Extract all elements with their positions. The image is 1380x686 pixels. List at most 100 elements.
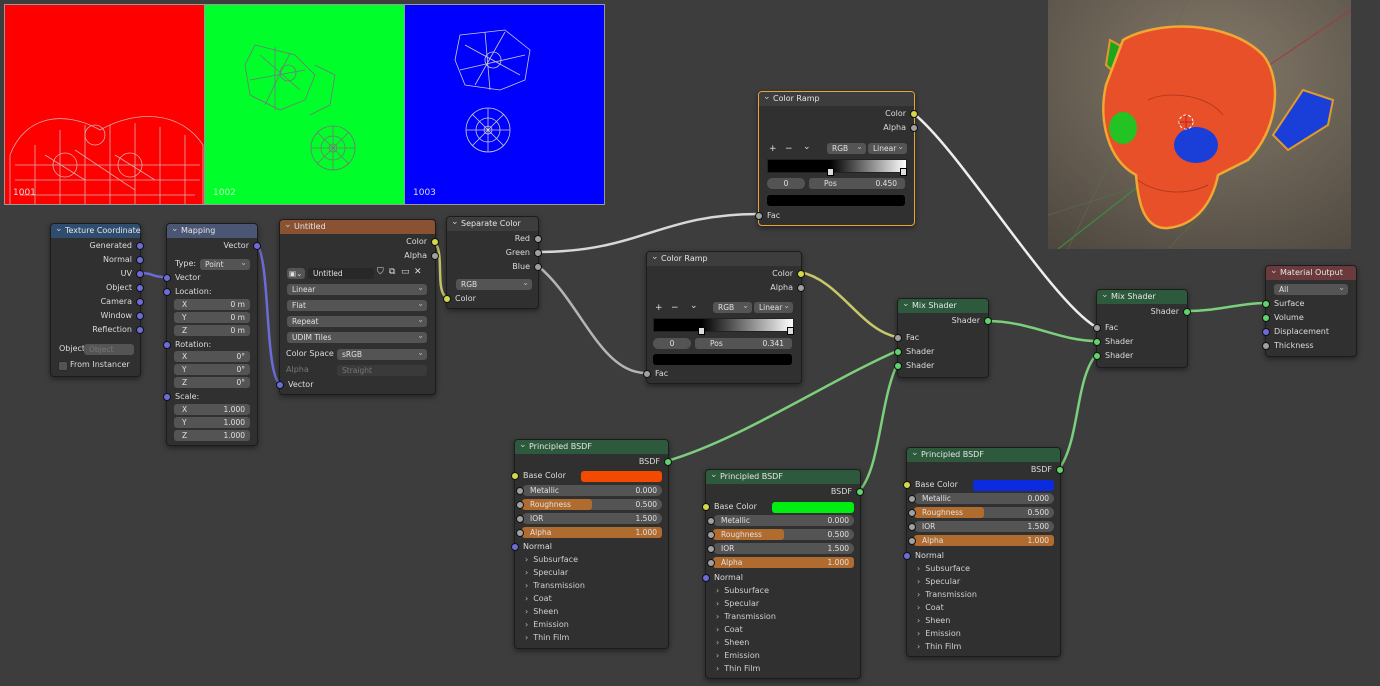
socket-icon[interactable] bbox=[908, 522, 916, 531]
stop-color-swatch[interactable] bbox=[653, 354, 792, 365]
metallic-slider[interactable]: Metallic 0.000 bbox=[908, 493, 1054, 504]
node-header[interactable]: Color Ramp bbox=[647, 250, 801, 266]
node-principled-bsdf-1[interactable]: Principled BSDF BSDF Base Color Metallic… bbox=[511, 438, 672, 649]
ramp-stop-handle[interactable] bbox=[698, 327, 705, 335]
panel-specular[interactable]: Specular bbox=[716, 597, 759, 610]
socket-icon[interactable] bbox=[516, 528, 524, 537]
location-y-field[interactable]: Y 0 m bbox=[174, 312, 250, 323]
image-name-field[interactable]: Untitled bbox=[308, 268, 374, 279]
socket-icon[interactable] bbox=[894, 348, 902, 356]
socket-icon[interactable] bbox=[431, 238, 439, 246]
remove-stop-icon[interactable]: − bbox=[671, 303, 679, 313]
stop-color-swatch[interactable] bbox=[767, 195, 905, 206]
socket-icon[interactable] bbox=[136, 284, 144, 292]
socket-icon[interactable] bbox=[443, 295, 451, 303]
socket-icon[interactable] bbox=[534, 235, 542, 243]
from-instancer-checkbox[interactable] bbox=[58, 361, 68, 371]
chevron-down-icon[interactable]: ⌄ bbox=[690, 301, 698, 311]
panel-transmission[interactable]: Transmission bbox=[525, 579, 585, 592]
socket-icon[interactable] bbox=[1262, 314, 1270, 322]
socket-icon[interactable] bbox=[136, 312, 144, 320]
socket-icon[interactable] bbox=[1093, 338, 1101, 346]
socket-icon[interactable] bbox=[516, 514, 524, 523]
alpha-slider[interactable]: Alpha 1.000 bbox=[908, 535, 1054, 546]
node-principled-bsdf-2[interactable]: Principled BSDF BSDF Base Color Metallic… bbox=[702, 468, 864, 679]
socket-icon[interactable] bbox=[276, 381, 284, 389]
add-stop-icon[interactable]: + bbox=[655, 303, 663, 313]
rotation-y-field[interactable]: Y 0° bbox=[174, 364, 250, 375]
alpha-slider[interactable]: Alpha 1.000 bbox=[516, 527, 662, 538]
socket-icon[interactable] bbox=[797, 284, 805, 292]
ior-field[interactable]: IOR 1.500 bbox=[707, 543, 854, 554]
base-color-swatch[interactable] bbox=[973, 480, 1054, 491]
socket-icon[interactable] bbox=[702, 503, 710, 511]
color-mode-dropdown[interactable]: RGB bbox=[827, 141, 866, 154]
socket-icon[interactable] bbox=[136, 242, 144, 250]
node-header[interactable]: Principled BSDF bbox=[515, 438, 668, 454]
object-picker[interactable]: Object bbox=[84, 344, 134, 355]
socket-icon[interactable] bbox=[903, 481, 911, 489]
node-mapping[interactable]: Mapping Vector Type: Point Vector Locati… bbox=[163, 222, 261, 446]
panel-transmission[interactable]: Transmission bbox=[917, 588, 977, 601]
scale-z-field[interactable]: Z 1.000 bbox=[174, 430, 250, 441]
socket-icon[interactable] bbox=[1093, 352, 1101, 360]
metallic-slider[interactable]: Metallic 0.000 bbox=[707, 515, 854, 526]
socket-icon[interactable] bbox=[516, 500, 524, 509]
socket-icon[interactable] bbox=[856, 488, 864, 496]
node-header[interactable]: Color Ramp bbox=[759, 90, 914, 106]
ramp-stop-handle[interactable] bbox=[787, 327, 794, 335]
socket-icon[interactable] bbox=[534, 263, 542, 271]
node-header[interactable]: Separate Color bbox=[447, 215, 538, 231]
chevron-down-icon[interactable]: ⌄ bbox=[803, 142, 811, 152]
uv-editor-panel[interactable]: 1001 1002 1003 bbox=[4, 4, 605, 205]
socket-icon[interactable] bbox=[664, 458, 672, 466]
panel-subsurface[interactable]: Subsurface bbox=[917, 562, 970, 575]
socket-icon[interactable] bbox=[908, 494, 916, 503]
socket-icon[interactable] bbox=[163, 393, 171, 401]
interpolation-dropdown[interactable]: Linear bbox=[868, 141, 907, 154]
socket-icon[interactable] bbox=[908, 508, 916, 517]
socket-icon[interactable] bbox=[136, 326, 144, 334]
node-mix-shader-2[interactable]: Mix Shader Shader Fac Shader Shader bbox=[1093, 288, 1191, 368]
socket-icon[interactable] bbox=[894, 334, 902, 342]
color-ramp-gradient[interactable] bbox=[653, 318, 794, 332]
node-header[interactable]: Mix Shader bbox=[1097, 288, 1187, 304]
node-header[interactable]: Principled BSDF bbox=[706, 468, 860, 484]
socket-icon[interactable] bbox=[707, 558, 715, 567]
rotation-x-field[interactable]: X 0° bbox=[174, 351, 250, 362]
panel-emission[interactable]: Emission bbox=[716, 649, 760, 662]
panel-specular[interactable]: Specular bbox=[917, 575, 960, 588]
ramp-stop-handle[interactable] bbox=[900, 168, 907, 176]
stop-position-field[interactable]: Pos 0.450 bbox=[809, 178, 905, 189]
source-dropdown[interactable]: UDIM Tiles bbox=[287, 330, 427, 343]
node-color-ramp-2[interactable]: Color Ramp Color Alpha + − ⌄ RGB Linear … bbox=[643, 250, 805, 384]
node-header[interactable]: Material Output bbox=[1266, 264, 1356, 280]
panel-sheen[interactable]: Sheen bbox=[716, 636, 749, 649]
panel-specular[interactable]: Specular bbox=[525, 566, 568, 579]
roughness-slider[interactable]: Roughness 0.500 bbox=[516, 499, 662, 510]
color-mode-dropdown[interactable]: RGB bbox=[713, 300, 752, 313]
panel-sheen[interactable]: Sheen bbox=[525, 605, 558, 618]
node-material-output[interactable]: Material Output All Surface Volume Displ… bbox=[1262, 264, 1357, 357]
metallic-slider[interactable]: Metallic 0.000 bbox=[516, 485, 662, 496]
socket-icon[interactable] bbox=[1056, 466, 1064, 474]
socket-icon[interactable] bbox=[534, 249, 542, 257]
panel-thin-film[interactable]: Thin Film bbox=[525, 631, 569, 644]
node-texture-coordinate[interactable]: Texture Coordinate Generated Normal UV O… bbox=[50, 222, 144, 377]
open-folder-icon[interactable]: ▭ bbox=[401, 267, 410, 277]
panel-coat[interactable]: Coat bbox=[917, 601, 944, 614]
node-header[interactable]: Mapping bbox=[167, 222, 257, 238]
socket-icon[interactable] bbox=[707, 544, 715, 553]
socket-icon[interactable] bbox=[511, 543, 519, 551]
alpha-slider[interactable]: Alpha 1.000 bbox=[707, 557, 854, 568]
interpolation-dropdown[interactable]: Linear bbox=[754, 300, 793, 313]
panel-subsurface[interactable]: Subsurface bbox=[525, 553, 578, 566]
node-mix-shader-1[interactable]: Mix Shader Shader Fac Shader Shader bbox=[894, 297, 992, 378]
node-header[interactable]: Principled BSDF bbox=[907, 446, 1060, 462]
active-stop-index[interactable]: 0 bbox=[767, 178, 805, 189]
panel-emission[interactable]: Emission bbox=[917, 627, 961, 640]
type-dropdown[interactable]: Point bbox=[200, 257, 250, 270]
socket-icon[interactable] bbox=[707, 516, 715, 525]
udim-tile-1001[interactable]: 1001 bbox=[5, 5, 205, 204]
socket-icon[interactable] bbox=[910, 124, 918, 132]
